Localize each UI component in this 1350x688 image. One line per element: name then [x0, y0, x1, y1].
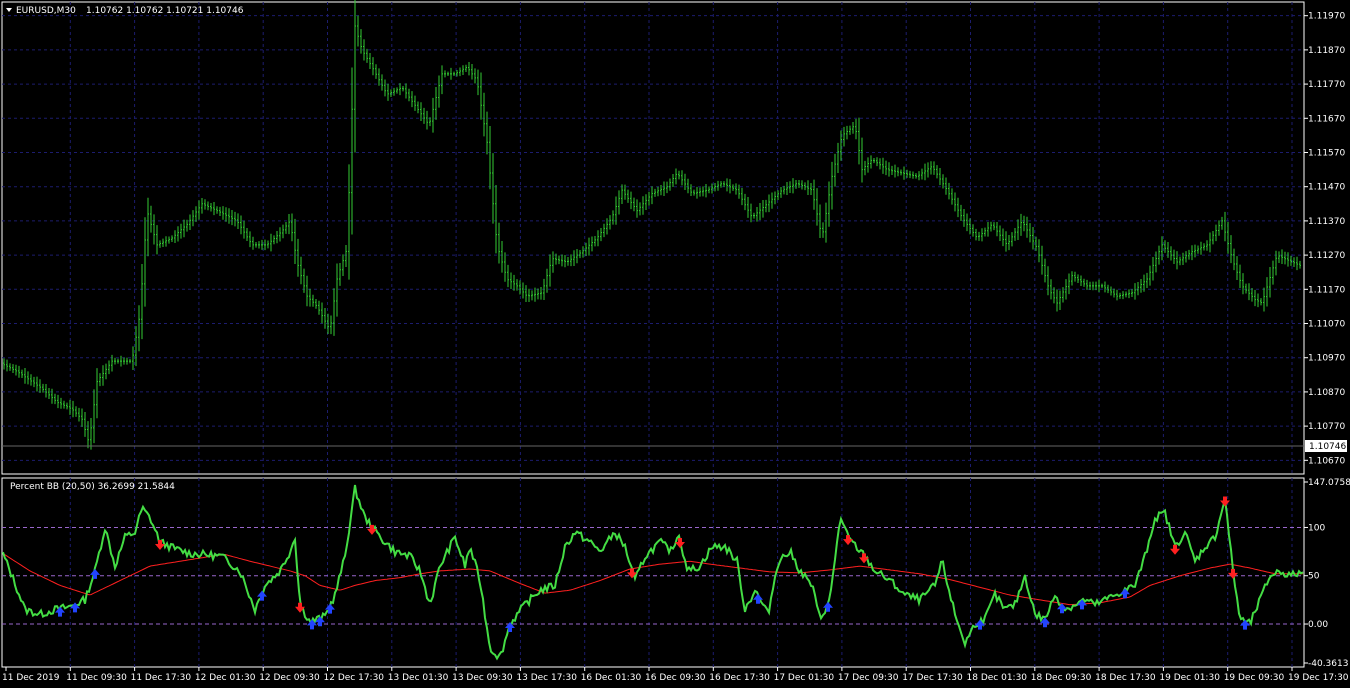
time-tick-label: 16 Dec 09:30 [645, 673, 706, 683]
time-tick-label: 19 Dec 01:30 [1159, 673, 1220, 683]
indicator-tick-label: 100 [1308, 523, 1325, 533]
time-tick-label: 11 Dec 2019 [2, 673, 60, 683]
price-tick-label: 1.11370 [1308, 217, 1345, 227]
price-tick-label: 1.11970 [1308, 12, 1345, 22]
symbol-label: EURUSD,M30 [16, 6, 76, 16]
indicator-title: Percent BB (20,50) 36.2699 21.5844 [10, 482, 175, 492]
time-tick-label: 17 Dec 01:30 [774, 673, 835, 683]
time-tick-label: 13 Dec 01:30 [388, 673, 449, 683]
price-tick-label: 1.11470 [1308, 183, 1345, 193]
price-axis: 1.11970 1.11870 1.11770 1.11670 1.11570 1.114… [1304, 12, 1345, 466]
time-tick-label: 12 Dec 09:30 [259, 673, 320, 683]
time-tick-label: 19 Dec 17:30 [1288, 673, 1349, 683]
main-pane-frame [1, 1, 1305, 475]
price-tick-label: 1.11670 [1308, 114, 1345, 124]
price-tick-label: 1.10970 [1308, 354, 1345, 364]
price-tick-label: 1.10770 [1308, 422, 1345, 432]
indicator-tick-label: 0.00 [1308, 620, 1328, 630]
indicator-tick-label: 50 [1308, 572, 1320, 582]
price-tick-label: 1.11570 [1308, 148, 1345, 158]
indicator-tick-label: 147.0758 [1308, 478, 1350, 488]
time-tick-label: 11 Dec 17:30 [131, 673, 192, 683]
time-tick-label: 12 Dec 01:30 [195, 673, 256, 683]
time-tick-label: 18 Dec 09:30 [1031, 673, 1092, 683]
time-tick-label: 19 Dec 09:30 [1224, 673, 1285, 683]
price-tick-label: 1.11870 [1308, 46, 1345, 56]
indicator-pane-frame [1, 477, 1305, 668]
price-tick-label: 1.10670 [1308, 456, 1345, 466]
price-tick-label: 1.11770 [1308, 80, 1345, 90]
time-tick-label: 18 Dec 01:30 [967, 673, 1028, 683]
current-price-value: 1.10746 [1309, 442, 1346, 452]
price-tick-label: 1.11270 [1308, 251, 1345, 261]
price-tick-label: 1.11070 [1308, 320, 1345, 330]
time-tick-label: 11 Dec 09:30 [66, 673, 127, 683]
time-axis: 11 Dec 2019 11 Dec 09:30 11 Dec 17:30 12 De… [2, 667, 1349, 683]
indicator-tick-label: -40.3613 [1308, 659, 1348, 669]
time-tick-label: 17 Dec 17:30 [902, 673, 963, 683]
time-tick-label: 16 Dec 17:30 [709, 673, 770, 683]
time-tick-label: 18 Dec 17:30 [1095, 673, 1156, 683]
time-tick-label: 13 Dec 09:30 [452, 673, 513, 683]
time-tick-label: 17 Dec 09:30 [838, 673, 899, 683]
time-tick-label: 12 Dec 17:30 [324, 673, 385, 683]
ohlc-readout: 1.10762 1.10762 1.10721 1.10746 [86, 6, 244, 16]
time-tick-label: 13 Dec 17:30 [516, 673, 577, 683]
trading-chart[interactable]: EURUSD,M30 1.10762 1.10762 1.10721 1.107… [0, 0, 1350, 688]
price-tick-label: 1.11170 [1308, 285, 1345, 295]
time-tick-label: 16 Dec 01:30 [581, 673, 642, 683]
indicator-axis: 147.0758 100 50 0.00 -40.3613 [1304, 478, 1350, 669]
price-tick-label: 1.10870 [1308, 388, 1345, 398]
